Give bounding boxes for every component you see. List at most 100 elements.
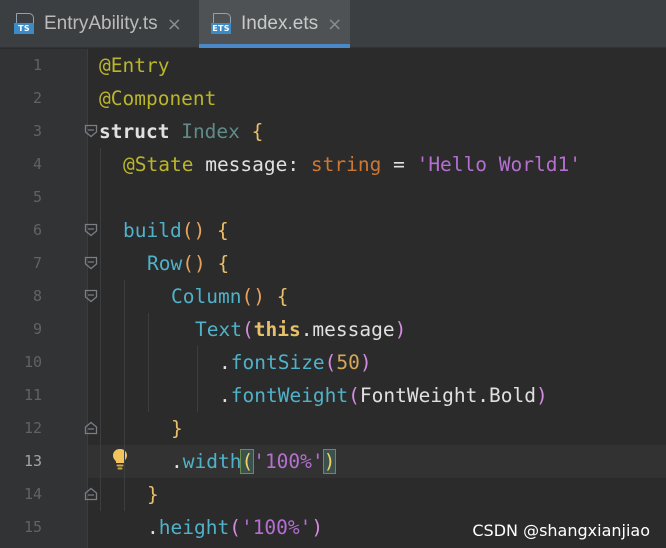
string-literal: '100%' (253, 450, 324, 473)
keyword-this: this (253, 318, 301, 341)
parens: () (182, 252, 206, 275)
line-number: 12 (23, 419, 42, 437)
paren-close: ) (394, 318, 407, 341)
function-name: fontSize (230, 351, 325, 374)
close-icon[interactable]: × (327, 14, 342, 35)
brace: { (217, 252, 230, 275)
matched-paren-close: ) (322, 449, 337, 474)
code-line-4: @State message: string = 'Hello World1' (123, 148, 581, 181)
line-number: 3 (32, 122, 42, 140)
paren-close: ) (536, 384, 548, 407)
parens: () (241, 285, 265, 308)
watermark: CSDN @shangxianjiao (472, 521, 650, 540)
tab-label: EntryAbility.ts (44, 13, 158, 34)
lightbulb-icon[interactable] (110, 447, 130, 471)
keyword-struct: struct (99, 120, 170, 143)
decorator-state: @State (123, 153, 194, 176)
line-number: 8 (32, 287, 42, 305)
operator: = (393, 153, 405, 176)
fold-collapse-icon[interactable] (84, 256, 98, 270)
line-number-current: 13 (23, 452, 42, 470)
dot: . (147, 516, 159, 539)
struct-name: Index (181, 120, 240, 143)
editor-tab-bar: TS EntryAbility.ts × ETS Index.ets × (0, 0, 666, 48)
line-number: 5 (32, 188, 42, 206)
parens: () (181, 219, 206, 242)
field-name: message: (205, 153, 300, 176)
indent-guide (100, 148, 101, 511)
indent-guide (148, 313, 149, 412)
code-line-7: Row() { (147, 247, 229, 280)
fold-collapse-icon[interactable] (84, 124, 98, 138)
line-number: 1 (32, 56, 42, 74)
number-literal: 50 (336, 351, 360, 374)
fold-end-icon[interactable] (84, 487, 98, 501)
paren-open: ( (241, 318, 254, 341)
code-line-3: struct Index { (99, 115, 263, 148)
type-string: string (310, 153, 382, 176)
line-number: 15 (23, 518, 42, 536)
fold-collapse-icon[interactable] (84, 223, 98, 237)
code-line-8: Column() { (171, 280, 288, 313)
code-line-2: @Component (99, 82, 216, 115)
code-line-10: .fontSize(50) (219, 346, 372, 379)
code-line-11: .fontWeight(FontWeight.Bold) (219, 379, 548, 412)
paren-close: ) (359, 351, 372, 374)
brace: { (216, 219, 229, 242)
dot: . (219, 351, 231, 374)
string-literal: 'Hello World1' (416, 153, 581, 176)
function-name: build (123, 219, 182, 242)
indent-guide (197, 346, 198, 412)
line-number: 7 (32, 254, 42, 272)
file-type-label: ETS (211, 23, 231, 34)
file-type-label: TS (14, 23, 34, 34)
argument: FontWeight.Bold (359, 384, 537, 407)
matched-paren-open: ( (240, 449, 255, 474)
brace: } (171, 417, 183, 440)
member-access: .message (300, 318, 395, 341)
line-number: 4 (32, 155, 42, 173)
code-line-1: @Entry (99, 49, 169, 82)
typescript-file-icon: TS (14, 13, 34, 35)
tab-entryability-ts[interactable]: TS EntryAbility.ts × (0, 0, 197, 48)
brace: { (251, 120, 264, 143)
decorator-entry: @Entry (99, 54, 170, 77)
fold-collapse-icon[interactable] (84, 289, 98, 303)
paren-close: ) (311, 516, 324, 539)
brace: } (147, 483, 159, 506)
code-line-13: .width('100%') (171, 445, 337, 478)
code-editor[interactable]: 1 2 3 4 5 6 7 8 9 10 11 12 13 14 15 @Ent… (0, 49, 666, 548)
code-line-6: build() { (123, 214, 229, 247)
function-name: Row (147, 252, 183, 275)
dot: . (171, 450, 183, 473)
line-number: 11 (23, 386, 42, 404)
ets-file-icon: ETS (211, 13, 231, 35)
code-line-14: } (147, 478, 159, 511)
code-line-9: Text(this.message) (195, 313, 406, 346)
tab-index-ets[interactable]: ETS Index.ets × (199, 0, 350, 48)
line-number: 9 (32, 320, 42, 338)
close-icon[interactable]: × (167, 14, 182, 35)
string-literal: '100%' (240, 516, 312, 539)
tab-label: Index.ets (241, 13, 319, 34)
paren-open: ( (324, 351, 337, 374)
function-name: fontWeight (230, 384, 349, 407)
code-line-15: .height('100%') (147, 511, 323, 544)
paren-open: ( (348, 384, 360, 407)
function-name: width (182, 450, 242, 473)
dot: . (219, 384, 231, 407)
decorator-component: @Component (99, 87, 217, 110)
function-name: Column (171, 285, 242, 308)
code-line-12: } (171, 412, 183, 445)
line-number: 10 (23, 353, 42, 371)
line-number: 6 (32, 221, 42, 239)
function-name: Text (195, 318, 242, 341)
function-name: height (158, 516, 230, 539)
line-number-gutter[interactable]: 1 2 3 4 5 6 7 8 9 10 11 12 13 14 15 (0, 49, 88, 548)
brace: { (276, 285, 289, 308)
line-number: 14 (23, 485, 42, 503)
paren-open: ( (229, 516, 241, 539)
line-number: 2 (32, 89, 42, 107)
fold-end-icon[interactable] (84, 421, 98, 435)
indent-guide (124, 280, 125, 511)
